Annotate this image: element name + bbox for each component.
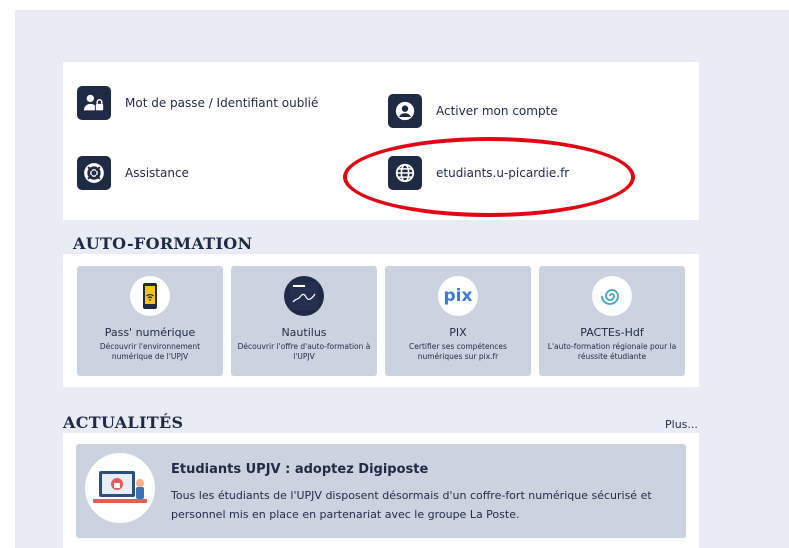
tile-pactes-hdf[interactable]: PACTEs-Hdf L'auto-formation régionale po… <box>539 266 685 376</box>
news-section-title: ACTUALITÉS <box>63 413 184 432</box>
tile-desc: Découvrir l'environnement numérique de l… <box>99 342 201 361</box>
quick-links-card: Mot de passe / Identifiant oublié Active… <box>63 62 699 220</box>
spiral-icon <box>592 276 632 316</box>
user-lock-icon <box>77 86 111 120</box>
assistance-label: Assistance <box>125 166 189 180</box>
news-title: Etudiants UPJV : adoptez Digiposte <box>171 462 429 477</box>
tile-pix[interactable]: pix PIX Certifier ses compétences numéri… <box>385 266 531 376</box>
student-portal-link[interactable]: etudiants.u-picardie.fr <box>388 156 569 190</box>
news-more-link[interactable]: Plus... <box>665 418 698 431</box>
news-body: Tous les étudiants de l'UPJV disposent d… <box>171 489 652 521</box>
pix-logo-text: pix <box>443 286 473 306</box>
news-thumbnail-icon <box>85 453 155 523</box>
lifebuoy-icon <box>77 156 111 190</box>
user-circle-icon <box>388 94 422 128</box>
tile-desc: Découvrir l'offre d'auto-formation à l'U… <box>237 342 371 361</box>
autoformation-card: Pass' numérique Découvrir l'environnemen… <box>63 254 699 387</box>
news-card: Etudiants UPJV : adoptez Digiposte Tous … <box>63 433 699 548</box>
pix-logo-icon: pix <box>438 276 478 316</box>
tile-desc: Certifier ses compétences numériques sur… <box>409 342 507 361</box>
phone-wifi-icon <box>130 276 170 316</box>
nautilus-logo-icon <box>284 276 324 316</box>
autoformation-title: AUTO-FORMATION <box>73 234 253 253</box>
tile-title: PIX <box>449 326 467 339</box>
activate-account-link[interactable]: Activer mon compte <box>388 94 558 128</box>
activate-account-label: Activer mon compte <box>436 104 558 118</box>
news-item[interactable]: Etudiants UPJV : adoptez Digiposte Tous … <box>76 444 686 538</box>
tile-title: PACTEs-Hdf <box>580 326 644 339</box>
tile-title: Pass' numérique <box>104 326 196 339</box>
tile-pass-numerique[interactable]: Pass' numérique Découvrir l'environnemen… <box>77 266 223 376</box>
forgot-password-label: Mot de passe / Identifiant oublié <box>125 96 319 110</box>
assistance-link[interactable]: Assistance <box>77 156 189 190</box>
tile-title: Nautilus <box>281 326 327 339</box>
globe-icon <box>388 156 422 190</box>
tile-desc: L'auto-formation régionale pour la réuss… <box>547 342 677 361</box>
tile-nautilus[interactable]: Nautilus Découvrir l'offre d'auto-format… <box>231 266 377 376</box>
forgot-password-link[interactable]: Mot de passe / Identifiant oublié <box>77 86 318 120</box>
student-portal-label: etudiants.u-picardie.fr <box>436 166 570 180</box>
